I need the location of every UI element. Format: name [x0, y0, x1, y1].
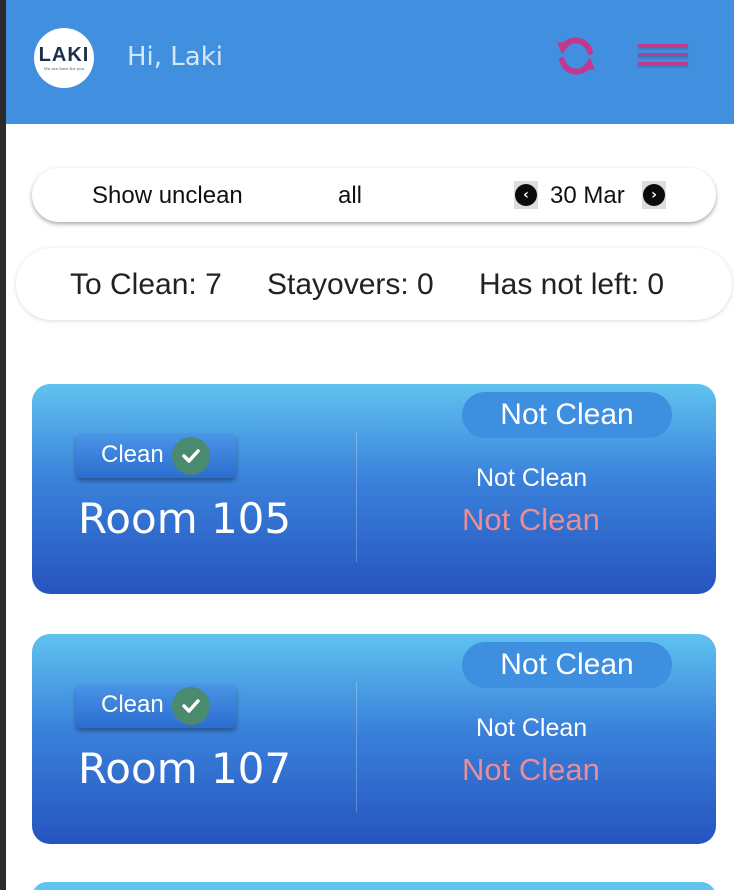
date-prev-button[interactable]: ‹ — [514, 181, 538, 209]
window-edge — [0, 0, 6, 890]
checkmark-icon — [172, 437, 210, 475]
clean-button-label: Clean — [101, 441, 164, 468]
status-text: Not Clean — [476, 714, 588, 742]
status-pill[interactable]: Not Clean — [462, 392, 672, 438]
stats-bar: To Clean: 7 Stayovers: 0 Has not left: 0 — [16, 248, 732, 320]
filter-bar: Show unclean all ‹ 30 Mar › — [32, 168, 716, 222]
card-divider — [356, 682, 357, 812]
room-name: Room 107 — [78, 744, 292, 793]
status-pill[interactable]: Not Clean — [462, 642, 672, 688]
hamburger-menu-icon[interactable] — [638, 44, 688, 72]
chevron-left-icon: ‹ — [515, 184, 537, 206]
chevron-right-icon: › — [643, 184, 665, 206]
logo-text: LAKI — [38, 44, 90, 66]
status-text: Not Clean — [476, 464, 588, 492]
date-label: 30 Mar — [550, 182, 625, 209]
scope-filter[interactable]: all — [338, 182, 362, 210]
clean-button[interactable]: Clean — [76, 434, 236, 478]
has-not-left-count: Has not left: 0 — [479, 268, 665, 301]
clean-button[interactable]: Clean — [76, 684, 236, 728]
room-card[interactable]: Clean Room 107 Not Clean Not Clean Not C… — [32, 634, 716, 844]
status-text-highlight: Not Clean — [462, 752, 600, 787]
card-divider — [356, 432, 357, 562]
logo: LAKI We are here for you — [34, 28, 94, 88]
checkmark-icon — [172, 687, 210, 725]
to-clean-count: To Clean: 7 — [70, 268, 222, 301]
app-header: LAKI We are here for you Hi, Laki — [6, 0, 734, 124]
refresh-icon[interactable] — [554, 34, 598, 78]
room-card[interactable] — [32, 882, 716, 890]
room-card[interactable]: Clean Room 105 Not Clean Not Clean Not C… — [32, 384, 716, 594]
date-next-button[interactable]: › — [642, 181, 666, 209]
logo-tagline: We are here for you — [43, 66, 85, 71]
stayovers-count: Stayovers: 0 — [267, 268, 434, 301]
show-unclean-toggle[interactable]: Show unclean — [92, 182, 243, 210]
room-name: Room 105 — [78, 494, 292, 543]
clean-button-label: Clean — [101, 691, 164, 718]
greeting: Hi, Laki — [127, 42, 224, 72]
status-text-highlight: Not Clean — [462, 502, 600, 537]
